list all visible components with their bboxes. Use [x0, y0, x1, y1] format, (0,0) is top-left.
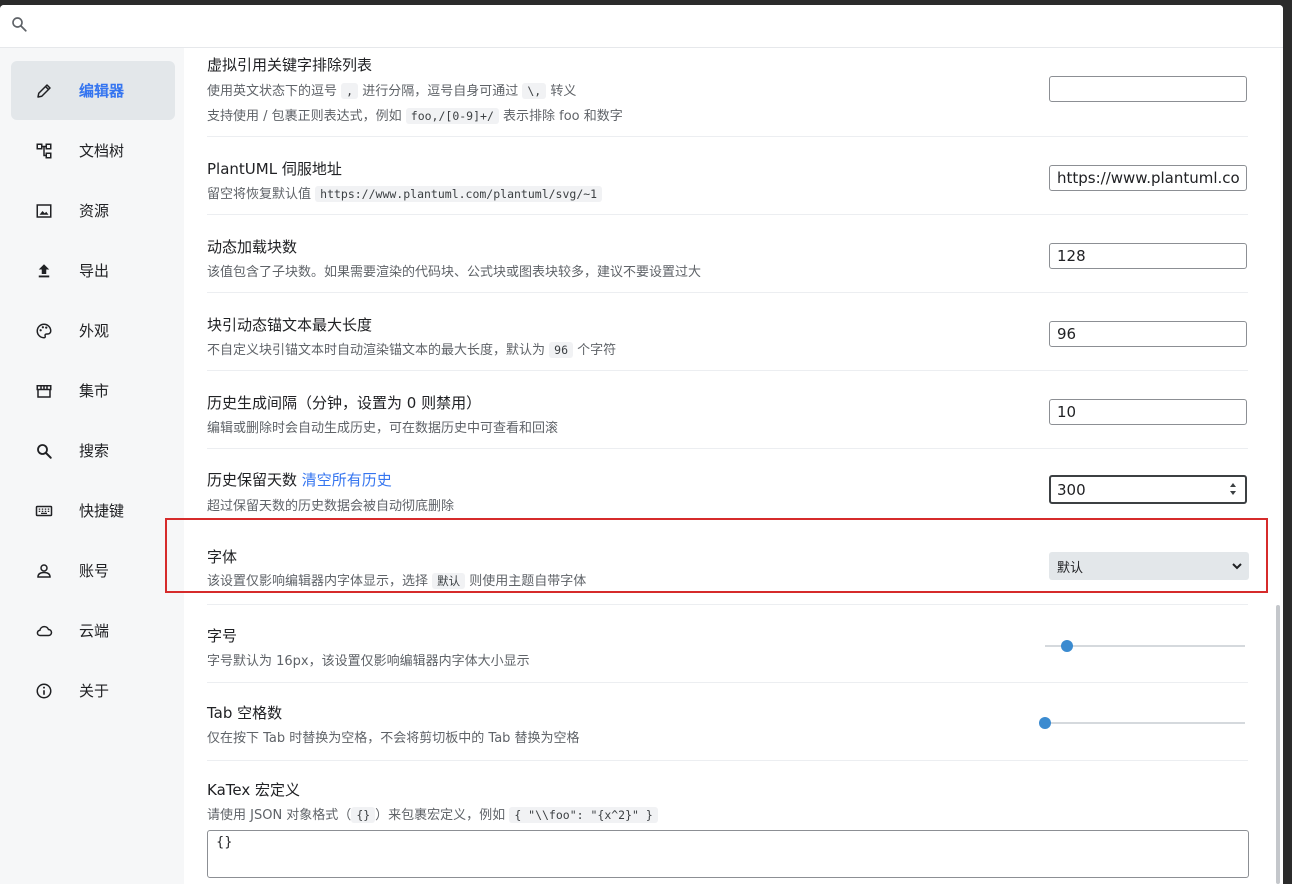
sidebar-item-keymap[interactable]: 快捷键: [11, 481, 175, 540]
upload-icon: [38, 264, 50, 278]
setting-title: 块引动态锚文本最大长度: [207, 316, 373, 334]
palette-icon: [36, 323, 52, 339]
sidebar-item-label: 导出: [79, 262, 110, 280]
setting-title: 动态加载块数: [207, 238, 298, 256]
slider-thumb[interactable]: [1039, 717, 1051, 729]
setting-row-dynamic-load: 动态加载块数 该值包含了子块数。如果需要渲染的代码块、公式块或图表块较多，建议不…: [207, 215, 1248, 293]
number-spinner-icon[interactable]: [1229, 481, 1237, 497]
setting-row-font: 字体 该设置仅影响编辑器内字体显示，选择 默认 则使用主题自带字体 默认: [207, 527, 1249, 605]
setting-desc: 使用英文状态下的逗号 , 进行分隔，逗号自身可通过 \, 转义: [207, 83, 577, 99]
dynamic-load-input[interactable]: [1049, 243, 1247, 269]
history-keep-input[interactable]: [1051, 477, 1233, 502]
settings-content: 虚拟引用关键字排除列表 使用英文状态下的逗号 , 进行分隔，逗号自身可通过 \,…: [184, 48, 1283, 884]
sidebar-item-editor[interactable]: 编辑器: [11, 61, 175, 120]
setting-row-font-size: 字号 字号默认为 16px，该设置仅影响编辑器内字体大小显示: [207, 605, 1248, 683]
search-icon: [37, 444, 52, 459]
slider-thumb[interactable]: [1061, 640, 1073, 652]
sidebar-item-cloud[interactable]: 云端: [11, 601, 175, 660]
setting-title: 历史生成间隔（分钟，设置为 0 则禁用）: [207, 394, 482, 412]
setting-row-history-interval: 历史生成间隔（分钟，设置为 0 则禁用） 编辑或删除时会自动生成历史，可在数据历…: [207, 371, 1248, 449]
sidebar-item-label: 快捷键: [79, 502, 125, 520]
font-family-select[interactable]: 默认: [1049, 552, 1249, 580]
slider-track: [1045, 722, 1245, 724]
sidebar-item-export[interactable]: 导出: [11, 241, 175, 300]
setting-title: PlantUML 伺服地址: [207, 160, 342, 178]
content-scrollbar[interactable]: [1276, 605, 1280, 884]
setting-desc: 字号默认为 16px，该设置仅影响编辑器内字体大小显示: [207, 654, 530, 669]
sidebar-item-about[interactable]: 关于: [11, 661, 175, 720]
sidebar-item-label: 文档树: [79, 142, 125, 160]
setting-desc: 超过保留天数的历史数据会被自动彻底删除: [207, 499, 455, 514]
history-keep-field: [1049, 475, 1247, 504]
setting-title: KaTex 宏定义: [207, 781, 300, 799]
setting-desc: 编辑或删除时会自动生成历史，可在数据历史中可查看和回滚: [207, 421, 559, 436]
sidebar-item-label: 云端: [79, 622, 110, 640]
tree-icon: [36, 143, 52, 159]
setting-row-plantuml: PlantUML 伺服地址 留空将恢复默认值 https://www.plant…: [207, 137, 1248, 215]
sidebar-item-account[interactable]: 账号: [11, 541, 175, 600]
setting-row-tab-space: Tab 空格数 仅在按下 Tab 时替换为空格，不会将剪切板中的 Tab 替换为…: [207, 683, 1248, 761]
pencil-icon: [37, 84, 51, 98]
store-icon: [36, 385, 52, 398]
sidebar-item-label: 搜索: [79, 442, 110, 460]
sidebar-item-label: 集市: [79, 382, 110, 400]
clear-history-link[interactable]: 清空所有历史: [302, 471, 392, 489]
setting-row-history-keep: 历史保留天数 清空所有历史 超过保留天数的历史数据会被自动彻底删除: [207, 449, 1248, 526]
history-interval-input[interactable]: [1049, 399, 1247, 425]
setting-row-exclude-keywords: 虚拟引用关键字排除列表 使用英文状态下的逗号 , 进行分隔，逗号自身可通过 \,…: [207, 48, 1248, 137]
sidebar-item-label: 账号: [79, 562, 110, 580]
search-bar: [0, 5, 1283, 48]
tab-space-slider[interactable]: [1039, 716, 1245, 730]
font-size-slider[interactable]: [1045, 639, 1245, 653]
setting-desc: 支持使用 / 包裹正则表达式，例如 foo,/[0-9]+/ 表示排除 foo …: [207, 108, 623, 124]
sidebar-item-appearance[interactable]: 外观: [11, 301, 175, 360]
setting-desc: 该设置仅影响编辑器内字体显示，选择 默认 则使用主题自带字体: [207, 573, 587, 589]
sidebar-item-assets[interactable]: 资源: [11, 181, 175, 240]
setting-title: 虚拟引用关键字排除列表: [207, 56, 373, 74]
settings-search-input[interactable]: [36, 11, 1240, 41]
setting-desc: 留空将恢复默认值 https://www.plantuml.com/plantu…: [207, 183, 603, 202]
exclude-keywords-input[interactable]: [1049, 76, 1247, 102]
chevron-down-icon: [1232, 563, 1242, 570]
setting-desc: 请使用 JSON 对象格式（{} ）来包裹宏定义，例如 { "\\foo": "{…: [207, 804, 658, 823]
setting-title: 字号: [207, 627, 238, 645]
settings-sidebar: 编辑器 文档树 资源 导出 外观 集市 搜索 快捷键 账号 云端 关于: [0, 48, 184, 884]
search-icon: [12, 17, 27, 32]
setting-title: 字体: [207, 548, 238, 566]
sidebar-item-search[interactable]: 搜索: [11, 421, 175, 480]
plantuml-server-input[interactable]: [1049, 165, 1247, 191]
select-value: 默认: [1057, 560, 1084, 576]
anchor-length-input[interactable]: [1049, 321, 1247, 347]
sidebar-item-filetree[interactable]: 文档树: [11, 121, 175, 180]
setting-title: Tab 空格数: [207, 704, 283, 722]
sidebar-item-label: 外观: [79, 322, 110, 340]
cloud-icon: [36, 625, 53, 637]
katex-macros-textarea[interactable]: {}: [207, 830, 1249, 878]
image-icon: [36, 204, 52, 218]
setting-desc: 仅在按下 Tab 时替换为空格，不会将剪切板中的 Tab 替换为空格: [207, 731, 580, 746]
user-icon: [37, 564, 51, 578]
sidebar-item-label: 编辑器: [79, 82, 125, 100]
sidebar-item-label: 资源: [79, 202, 110, 220]
settings-window: 编辑器 文档树 资源 导出 外观 集市 搜索 快捷键 账号 云端 关于 虚拟引用…: [0, 5, 1283, 884]
setting-title: 历史保留天数 清空所有历史: [207, 471, 392, 489]
setting-desc: 该值包含了子块数。如果需要渲染的代码块、公式块或图表块较多，建议不要设置过大: [207, 265, 702, 280]
keyboard-icon: [35, 505, 53, 517]
sidebar-item-label: 关于: [79, 682, 110, 700]
info-icon: [36, 683, 52, 699]
setting-desc: 不自定义块引锚文本时自动渲染锚文本的最大长度，默认为 96 个字符: [207, 342, 617, 358]
setting-row-anchor-length: 块引动态锚文本最大长度 不自定义块引锚文本时自动渲染锚文本的最大长度，默认为 9…: [207, 293, 1248, 371]
sidebar-item-bazaar[interactable]: 集市: [11, 361, 175, 420]
slider-track: [1045, 645, 1245, 647]
